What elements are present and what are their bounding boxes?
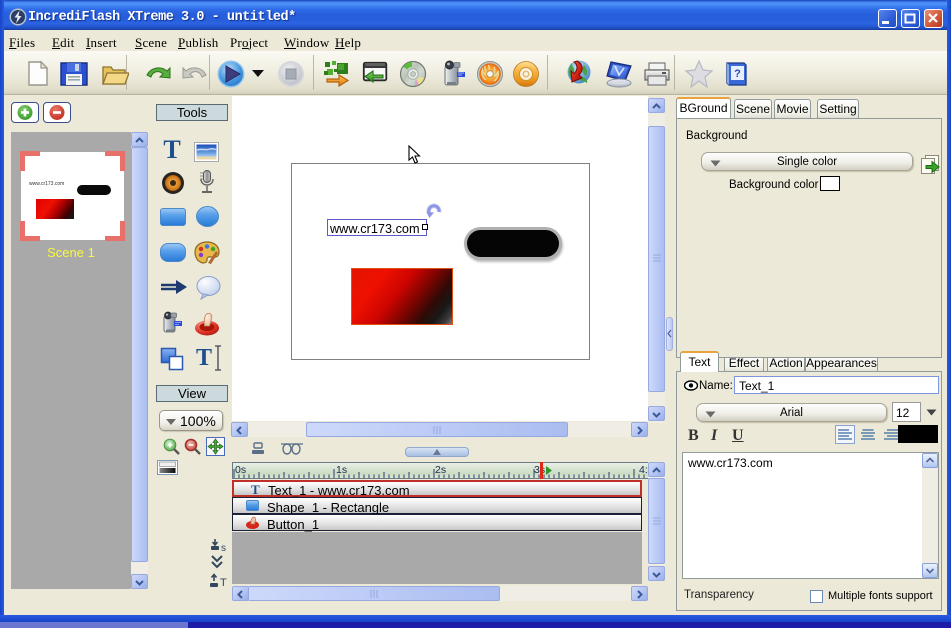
svg-text:s: s [221, 543, 226, 552]
svg-text:T: T [220, 577, 227, 589]
svg-text:?: ? [734, 68, 741, 80]
